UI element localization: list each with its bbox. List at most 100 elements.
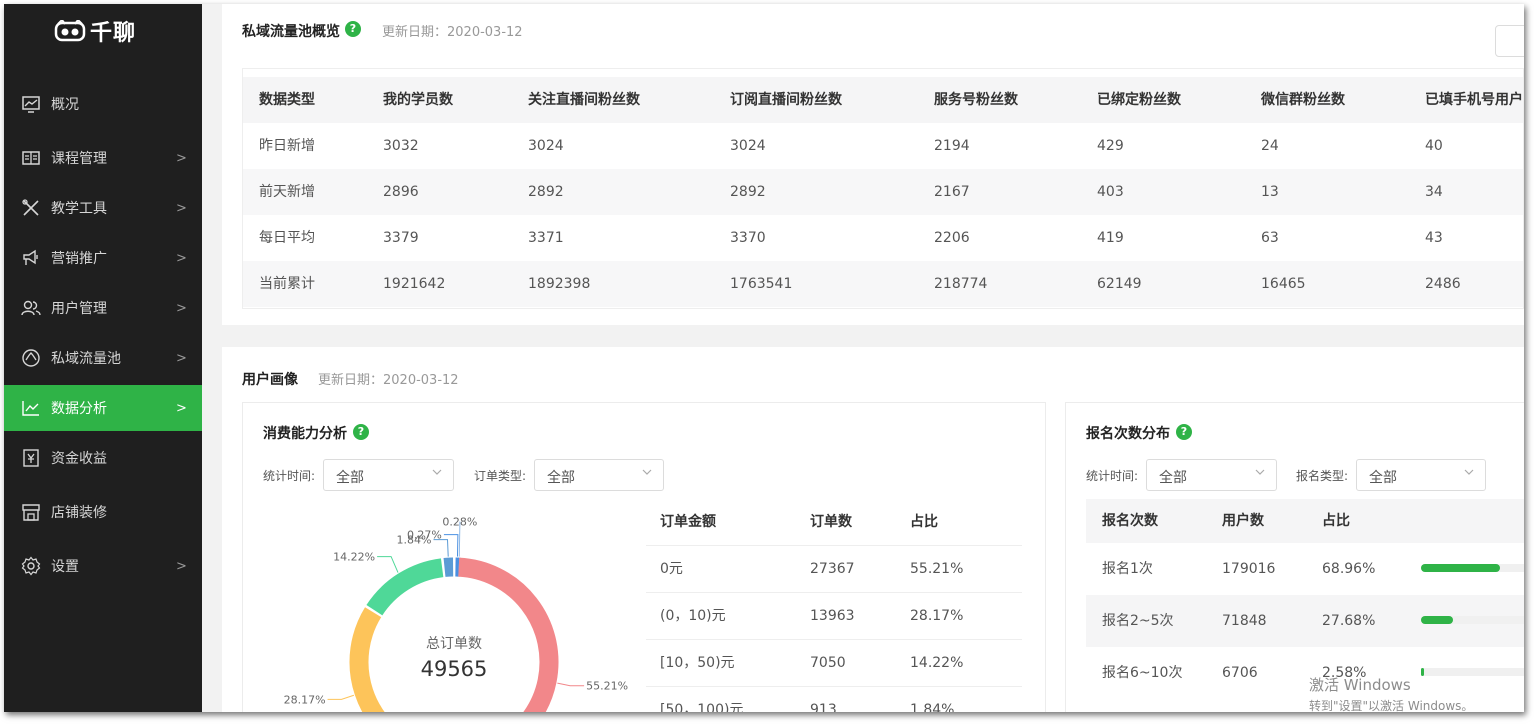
table-cell: 28.17%: [910, 608, 964, 624]
table-row: 0元 27367 55.21%: [646, 546, 1022, 593]
table-cell: 2892: [528, 184, 564, 200]
donut-slice-label: 0.27%: [407, 529, 442, 542]
filter-order-label: 订单类型:: [474, 469, 527, 483]
table-cell: 71848: [1222, 613, 1267, 629]
sidebar-item-users[interactable]: 用户管理 >: [4, 285, 202, 331]
table-cell: 3370: [730, 230, 766, 246]
table-cell: 每日平均: [259, 230, 315, 246]
progress-fill: [1421, 616, 1453, 624]
table-cell: 2206: [934, 230, 970, 246]
leader-line: [377, 556, 399, 573]
table-row: 报名2~5次 71848 27.68%: [1086, 595, 1524, 647]
table-cell: 3379: [383, 230, 419, 246]
sidebar-item-private-traffic[interactable]: 私域流量池 >: [4, 335, 202, 381]
chevron-down-icon: [432, 469, 442, 475]
leader-line: [443, 534, 459, 557]
column-header: 我的学员数: [383, 92, 453, 108]
chevron-right-icon: >: [176, 300, 187, 316]
table-cell: 24: [1261, 138, 1279, 154]
table-cell: 2167: [934, 184, 970, 200]
overview-update-date: 更新日期：2020-03-12: [382, 25, 523, 40]
table-cell: 62149: [1097, 276, 1142, 292]
donut-slice-label: 0.28%: [442, 516, 477, 529]
chevron-down-icon: [1255, 469, 1265, 475]
consumption-title: 消费能力分析: [263, 426, 347, 442]
chevron-right-icon: >: [176, 558, 187, 574]
line-chart-icon: [22, 401, 39, 416]
table-cell: 68.96%: [1322, 561, 1376, 577]
gear-icon: [21, 556, 41, 576]
sidebar-item-overview[interactable]: 概况: [4, 81, 202, 127]
logo-text: 千聊: [90, 21, 137, 46]
sidebar-item-teaching-tools[interactable]: 教学工具 >: [4, 185, 202, 231]
column-header: 服务号粉丝数: [934, 92, 1018, 108]
table-cell: (0，10)元: [660, 608, 726, 624]
table-cell: 1921642: [383, 276, 446, 292]
order-type-select[interactable]: 全部: [534, 459, 664, 491]
column-header: 微信群粉丝数: [1261, 92, 1345, 108]
sidebar-item-settings[interactable]: 设置 >: [4, 543, 202, 589]
time-select[interactable]: 全部: [1146, 459, 1277, 491]
logo[interactable]: 千聊: [54, 16, 136, 46]
chevron-right-icon: >: [176, 350, 187, 366]
help-icon[interactable]: ?: [353, 424, 369, 440]
help-icon[interactable]: ?: [345, 21, 361, 37]
chevron-right-icon: >: [176, 200, 187, 216]
sidebar-item-label: 私域流量池: [51, 351, 121, 367]
chevron-right-icon: >: [176, 150, 187, 166]
donut-center-value: 49565: [421, 657, 488, 681]
table-cell: 昨日新增: [259, 138, 315, 154]
time-select[interactable]: 全部: [323, 459, 454, 491]
sidebar-item-label: 用户管理: [51, 301, 107, 317]
progress-fill: [1421, 564, 1501, 572]
overview-table: 数据类型 我的学员数 关注直播间粉丝数 订阅直播间粉丝数 服务号粉丝数 已绑定粉…: [242, 68, 1524, 309]
table-cell: 报名6~10次: [1102, 665, 1183, 681]
table-header: 数据类型 我的学员数 关注直播间粉丝数 订阅直播间粉丝数 服务号粉丝数 已绑定粉…: [243, 77, 1523, 123]
table-cell: 3371: [528, 230, 564, 246]
table-cell: 913: [810, 702, 837, 712]
sidebar-item-courses[interactable]: 课程管理 >: [4, 135, 202, 181]
sidebar-item-marketing[interactable]: 营销推广 >: [4, 235, 202, 281]
table-cell: 7050: [810, 655, 846, 671]
select-value: 全部: [336, 470, 364, 486]
table-cell: 13: [1261, 184, 1279, 200]
consumption-panel: 消费能力分析 ? 统计时间: 全部 订单类型: 全部 总订单数 49565 55…: [242, 402, 1046, 712]
export-button[interactable]: [1495, 25, 1524, 57]
progress-bar: [1421, 616, 1524, 624]
app-window: 千聊 概况 课程管理 > 教学工具 > 营销推广 > 用户管理 > 私域流量池 …: [4, 4, 1524, 712]
help-icon[interactable]: ?: [1176, 424, 1192, 440]
sidebar-item-label: 概况: [51, 97, 79, 113]
donut-slice[interactable]: [366, 558, 444, 616]
megaphone-icon: [23, 249, 38, 265]
users-icon: [21, 300, 41, 316]
sidebar-item-funds[interactable]: 资金收益: [4, 435, 202, 481]
table-cell: 报名2~5次: [1102, 613, 1174, 629]
sidebar-item-label: 店铺装修: [51, 505, 107, 521]
table-cell: 2892: [730, 184, 766, 200]
column-header: 占比: [910, 514, 938, 530]
portrait-update-date: 更新日期：2020-03-12: [318, 373, 459, 388]
table-cell: 1.84%: [910, 702, 955, 712]
table-cell: 403: [1097, 184, 1124, 200]
select-value: 全部: [1369, 470, 1397, 486]
monitor-chart-icon: [22, 96, 40, 113]
table-cell: 27367: [810, 561, 855, 577]
leader-line: [433, 539, 449, 557]
table-cell: 27.68%: [1322, 613, 1376, 629]
sidebar-item-data-analysis[interactable]: 数据分析 >: [4, 385, 202, 431]
sidebar-item-label: 营销推广: [51, 251, 107, 267]
table-cell: 2194: [934, 138, 970, 154]
table-cell: 3024: [730, 138, 766, 154]
table-cell: 1763541: [730, 276, 793, 292]
column-header: 关注直播间粉丝数: [528, 92, 640, 108]
table-row: [10，50)元 7050 14.22%: [646, 640, 1022, 687]
overview-card: 私域流量池概览 ? 更新日期：2020-03-12 数据类型 我的学员数 关注直…: [222, 4, 1524, 325]
table-cell: [50，100)元: [660, 702, 744, 712]
progress-bar: [1421, 564, 1524, 572]
donut-slice[interactable]: [349, 607, 419, 712]
column-header: 订单金额: [660, 514, 716, 530]
signup-type-select[interactable]: 全部: [1356, 459, 1486, 491]
table-row: 前天新增 2896 2892 2892 2167 403 13 34: [243, 169, 1523, 215]
column-header: 数据类型: [259, 92, 315, 108]
sidebar-item-shop-decor[interactable]: 店铺装修: [4, 489, 202, 535]
